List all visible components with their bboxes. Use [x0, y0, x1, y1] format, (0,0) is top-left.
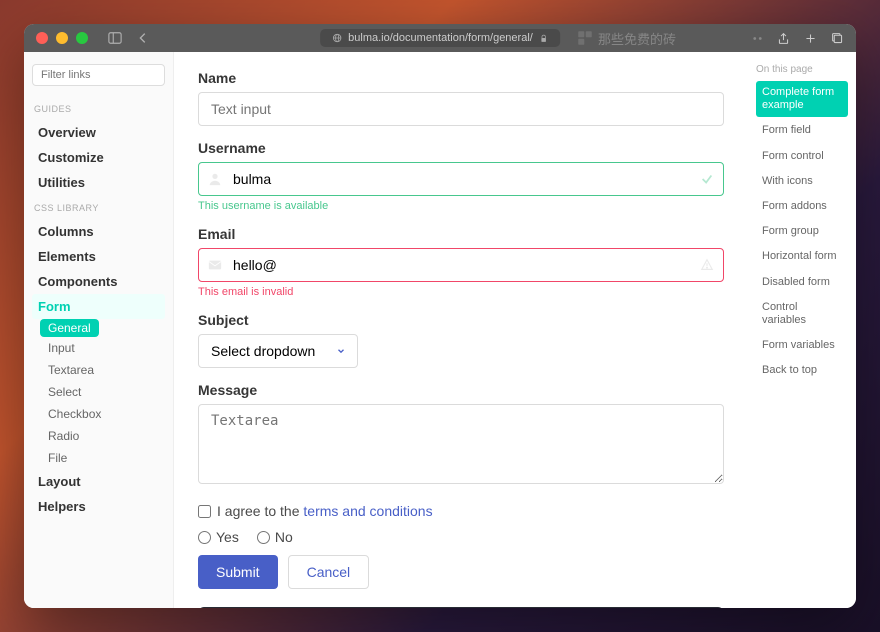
- lock-icon: [539, 34, 548, 43]
- name-input[interactable]: [198, 92, 724, 126]
- sidebar-section-css: CSS LIBRARY: [34, 203, 165, 213]
- email-help: This email is invalid: [198, 286, 724, 298]
- email-input[interactable]: [198, 248, 724, 282]
- sidebar-item-form[interactable]: Form: [32, 294, 165, 319]
- sidebar-item-components[interactable]: Components: [32, 269, 165, 294]
- toc-item-horizontal-form[interactable]: Horizontal form: [756, 245, 848, 268]
- subject-label: Subject: [198, 312, 724, 328]
- table-of-contents: On this page Complete form example Form …: [748, 52, 856, 608]
- sidebar-item-elements[interactable]: Elements: [32, 244, 165, 269]
- submit-button[interactable]: Submit: [198, 555, 278, 589]
- sidebar-sub-file[interactable]: File: [32, 447, 165, 469]
- url-bar[interactable]: bulma.io/documentation/form/general/: [320, 29, 560, 47]
- sidebar-sub-select[interactable]: Select: [32, 381, 165, 403]
- check-icon: [700, 172, 714, 186]
- toc-item-form-variables[interactable]: Form variables: [756, 334, 848, 357]
- watermark-top: 那些免费的砖: [576, 29, 676, 48]
- toc-heading: On this page: [756, 64, 848, 75]
- cancel-button[interactable]: Cancel: [288, 555, 370, 589]
- maximize-window-button[interactable]: [76, 32, 88, 44]
- warning-icon: [700, 258, 714, 272]
- sidebar-sub-input[interactable]: Input: [32, 337, 165, 359]
- toc-item-form-control[interactable]: Form control: [756, 145, 848, 168]
- sidebar-item-layout[interactable]: Layout: [32, 469, 165, 494]
- sidebar-toggle-icon[interactable]: [108, 31, 122, 45]
- url-text: bulma.io/documentation/form/general/: [348, 32, 533, 44]
- sidebar-sub-general[interactable]: General: [40, 319, 99, 337]
- new-tab-icon[interactable]: [804, 32, 817, 45]
- agree-checkbox[interactable]: [198, 505, 211, 518]
- sidebar-item-helpers[interactable]: Helpers: [32, 494, 165, 519]
- radio-yes[interactable]: [198, 531, 211, 544]
- toc-item-form-addons[interactable]: Form addons: [756, 195, 848, 218]
- radio-no[interactable]: [257, 531, 270, 544]
- message-textarea[interactable]: [198, 404, 724, 484]
- toc-item-complete-form[interactable]: Complete form example: [756, 81, 848, 117]
- username-label: Username: [198, 140, 724, 156]
- minimize-window-button[interactable]: [56, 32, 68, 44]
- toc-item-with-icons[interactable]: With icons: [756, 170, 848, 193]
- reader-icon[interactable]: [752, 33, 763, 44]
- tabs-icon[interactable]: [831, 32, 844, 45]
- toc-item-disabled-form[interactable]: Disabled form: [756, 271, 848, 294]
- toc-item-control-variables[interactable]: Control variables: [756, 296, 848, 332]
- close-window-button[interactable]: [36, 32, 48, 44]
- subject-select[interactable]: Select dropdown: [198, 334, 358, 368]
- sidebar-section-guides: GUIDES: [34, 104, 165, 114]
- user-icon: [208, 172, 222, 186]
- globe-icon: [332, 33, 342, 43]
- toc-item-form-group[interactable]: Form group: [756, 220, 848, 243]
- sidebar: GUIDES Overview Customize Utilities CSS …: [24, 52, 174, 608]
- code-snippet: HTML 那些免费的砖 <div class="field"> <label c…: [198, 607, 724, 608]
- message-label: Message: [198, 382, 724, 398]
- sidebar-sub-radio[interactable]: Radio: [32, 425, 165, 447]
- toc-item-form-field[interactable]: Form field: [756, 119, 848, 142]
- sidebar-sub-textarea[interactable]: Textarea: [32, 359, 165, 381]
- username-input[interactable]: [198, 162, 724, 196]
- email-label: Email: [198, 226, 724, 242]
- agree-label: I agree to the terms and conditions: [217, 503, 433, 519]
- sidebar-item-overview[interactable]: Overview: [32, 120, 165, 145]
- main-content: Name Username This username is available…: [174, 52, 748, 608]
- username-help: This username is available: [198, 200, 724, 212]
- back-icon[interactable]: [136, 31, 150, 45]
- sidebar-sub-checkbox[interactable]: Checkbox: [32, 403, 165, 425]
- terms-link[interactable]: terms and conditions: [303, 503, 432, 519]
- titlebar: bulma.io/documentation/form/general/ 那些免…: [24, 24, 856, 52]
- name-label: Name: [198, 70, 724, 86]
- filter-links-input[interactable]: [32, 64, 165, 86]
- chevron-down-icon: [336, 346, 346, 356]
- share-icon[interactable]: [777, 32, 790, 45]
- sidebar-item-customize[interactable]: Customize: [32, 145, 165, 170]
- envelope-icon: [208, 258, 222, 272]
- sidebar-item-utilities[interactable]: Utilities: [32, 170, 165, 195]
- sidebar-item-columns[interactable]: Columns: [32, 219, 165, 244]
- toc-item-back-to-top[interactable]: Back to top: [756, 359, 848, 382]
